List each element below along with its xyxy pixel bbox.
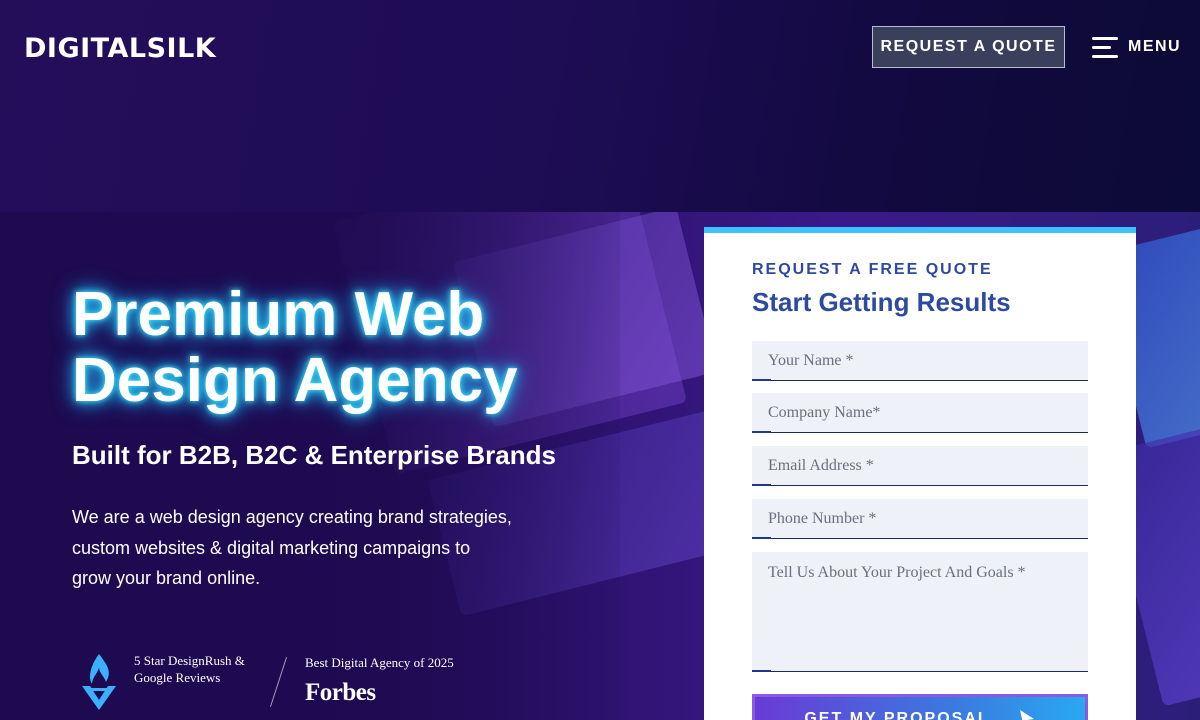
submit-button[interactable]: GET MY PROPOSAL: [752, 694, 1088, 720]
hero-subtitle: Built for B2B, B2C & Enterprise Brands: [72, 440, 556, 470]
name-field[interactable]: [752, 341, 1088, 381]
hero-description: We are a web design agency creating bran…: [72, 507, 512, 588]
forbes-logo: Forbes: [305, 679, 376, 706]
designrush-flame-icon: [82, 654, 116, 710]
menu-label: MENU: [1128, 38, 1182, 55]
field-accent: [752, 431, 771, 433]
field-accent: [752, 484, 771, 486]
field-accent: [752, 670, 771, 672]
form-heading: Start Getting Results: [752, 287, 1011, 317]
company-field[interactable]: [752, 393, 1088, 433]
request-quote-button[interactable]: REQUEST A QUOTE: [872, 26, 1065, 68]
phone-field[interactable]: [752, 499, 1088, 539]
email-field[interactable]: [752, 446, 1088, 486]
project-field[interactable]: [752, 552, 1088, 672]
submit-label: GET MY PROPOSAL: [804, 710, 990, 720]
menu-button[interactable]: MENU: [1092, 36, 1181, 58]
form-eyebrow: REQUEST A FREE QUOTE: [752, 261, 993, 278]
hamburger-icon: [1092, 36, 1118, 58]
arrow-cursor-icon: [1019, 710, 1034, 720]
forbes-caption: Best Digital Agency of 2025: [305, 655, 454, 670]
logo[interactable]: DIGITALSILK: [24, 33, 216, 64]
designrush-badge-text: 5 Star DesignRush & Google Reviews: [134, 653, 245, 685]
field-accent: [752, 379, 771, 381]
field-accent: [752, 537, 771, 539]
quote-form: REQUEST A FREE QUOTE Start Getting Resul…: [704, 227, 1136, 720]
hero-title: Premium Web Design Agency: [72, 280, 518, 415]
